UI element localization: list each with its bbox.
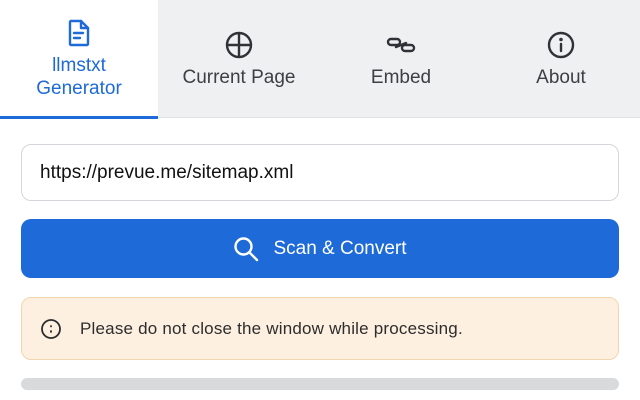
sitemap-url-input[interactable] <box>21 144 619 201</box>
info-icon <box>546 30 576 60</box>
tab-llmstxt-generator[interactable]: llmstxt Generator <box>0 0 158 119</box>
document-icon <box>64 18 94 48</box>
tab-label: About <box>536 66 586 88</box>
scan-button-label: Scan & Convert <box>273 237 407 259</box>
scan-convert-button[interactable]: Scan & Convert <box>21 219 619 278</box>
clock-icon <box>40 318 62 340</box>
tab-embed[interactable]: Embed <box>320 0 482 118</box>
search-icon <box>233 235 261 263</box>
tab-label: llmstxt Generator <box>36 55 122 99</box>
link-chain-icon <box>386 30 416 60</box>
crosshair-circle-icon <box>224 30 254 60</box>
processing-notice: Please do not close the window while pro… <box>21 297 619 360</box>
progress-bar <box>21 378 619 390</box>
tab-about[interactable]: About <box>482 0 640 118</box>
tab-label: Embed <box>370 66 432 88</box>
tab-current-page[interactable]: Current Page <box>158 0 320 118</box>
notice-text: Please do not close the window while pro… <box>80 318 463 338</box>
tab-label: Current Page <box>182 66 296 88</box>
tab-bar: llmstxt Generator Current Page Embed Abo… <box>0 0 640 119</box>
